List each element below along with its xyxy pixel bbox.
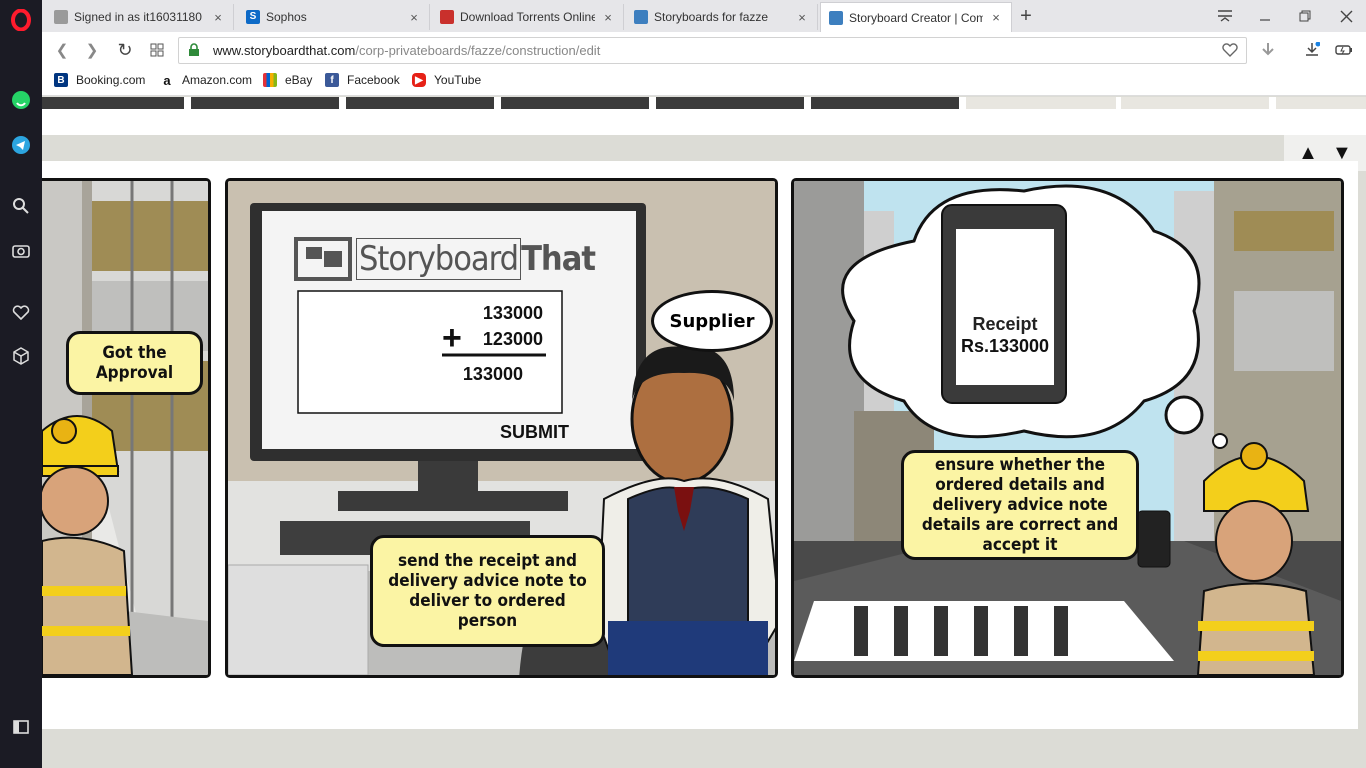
close-tab-icon[interactable]: × — [407, 10, 421, 25]
opera-logo-icon[interactable] — [9, 8, 33, 32]
thumbnail-strip — [42, 97, 1366, 135]
navigation-bar: ❮ ❯ ↻ www.storyboardthat.com/corp-privat… — [42, 32, 1366, 68]
close-tab-icon[interactable]: × — [211, 10, 225, 25]
opera-sidebar — [0, 0, 42, 768]
receipt-line-2: Rs.133000 — [960, 336, 1050, 356]
storyboardthat-logo: StoryboardThat — [356, 238, 596, 280]
bookmark-ebay[interactable]: eBay — [263, 73, 312, 87]
tab-title: Signed in as it16031180 — [74, 10, 202, 24]
tab-title: Storyboard Creator | Comi — [849, 10, 983, 25]
thumbnail[interactable] — [811, 97, 959, 109]
close-window-icon[interactable] — [1326, 0, 1366, 32]
close-tab-icon[interactable]: × — [795, 10, 809, 25]
speed-dial-icon[interactable] — [145, 38, 169, 62]
tab-title: Sophos — [266, 10, 307, 24]
address-bar[interactable]: www.storyboardthat.com/corp-privateboard… — [178, 37, 1247, 64]
close-tab-icon[interactable]: × — [601, 10, 615, 25]
new-tab-button[interactable]: + — [1006, 0, 1046, 32]
reload-icon[interactable]: ↻ — [113, 38, 137, 62]
booking-icon: B — [54, 73, 68, 87]
storyboard-cell-2[interactable]: StoryboardThat 133000 + 123000 133000 SU… — [225, 178, 778, 678]
sidebar-toggle-icon[interactable] — [9, 715, 33, 739]
thumbnail[interactable] — [1121, 97, 1269, 109]
tab-active[interactable]: Storyboard Creator | Comi × — [820, 2, 1012, 32]
tab[interactable]: Signed in as it16031180 × — [46, 4, 234, 30]
thumbnail[interactable] — [42, 97, 184, 109]
camera-icon[interactable] — [9, 238, 33, 262]
storyboard-cell-1[interactable]: Got the Approval — [42, 178, 211, 678]
supplier-bubble[interactable]: Supplier — [651, 290, 773, 352]
tab[interactable]: Storyboards for fazze × — [626, 4, 818, 30]
cube-icon[interactable] — [9, 344, 33, 368]
back-icon[interactable]: ❮ — [50, 38, 74, 62]
search-icon[interactable] — [9, 194, 33, 218]
logo-text-left: Storyboard — [356, 238, 522, 280]
storyboard-stage: Got the Approval StoryboardThat 133000 +… — [42, 161, 1358, 729]
storyboard-icon — [829, 10, 843, 25]
thumbnail[interactable] — [966, 97, 1116, 109]
telegram-icon[interactable] — [9, 133, 33, 157]
speech-bubble[interactable]: send the receipt and delivery advice not… — [370, 535, 605, 647]
bookmark-label: YouTube — [434, 73, 482, 87]
storyboard-editor: ▲ ▼ Got the Approval StoryboardThat 1330… — [42, 97, 1366, 768]
calc-result: 133000 — [462, 364, 523, 384]
bookmark-label: eBay — [285, 73, 313, 87]
torrent-icon — [440, 10, 454, 24]
whatsapp-icon[interactable] — [9, 88, 33, 112]
bookmarks-bar: B Booking.com a Amazon.com eBay f Facebook … — [42, 68, 1366, 96]
forward-icon[interactable]: ❯ — [80, 38, 104, 62]
tab-bar: Signed in as it16031180 × S Sophos × Dow… — [42, 0, 1366, 32]
youtube-play-icon: ▶ — [412, 73, 426, 87]
thumbnail[interactable] — [1276, 97, 1366, 109]
heart-icon[interactable] — [9, 300, 33, 324]
facebook-icon: f — [325, 73, 339, 87]
bookmark-heart-icon[interactable] — [1222, 43, 1238, 60]
logo-text-right: That — [521, 239, 596, 279]
thumbnail[interactable] — [501, 97, 649, 109]
minimize-icon[interactable] — [1245, 0, 1285, 32]
tab-title: Download Torrents Online — [460, 10, 595, 24]
thumbnail[interactable] — [346, 97, 494, 109]
amazon-icon: a — [163, 72, 171, 88]
bookmark-facebook[interactable]: f Facebook — [325, 73, 400, 87]
bookmark-amazon[interactable]: a Amazon.com — [160, 72, 253, 88]
bookmark-label: Facebook — [347, 73, 400, 87]
receipt-line-1: Receipt — [972, 314, 1038, 334]
speech-bubble[interactable]: ensure whether the ordered details and d… — [901, 450, 1139, 560]
url-path: /corp-privateboards/fazze/construction/e… — [355, 43, 601, 58]
url-host: www.storyboardthat.com — [213, 43, 356, 58]
tab[interactable]: S Sophos × — [238, 4, 430, 30]
downloads-icon[interactable] — [1300, 38, 1324, 62]
storyboard-cell-3[interactable]: Receipt Rs.133000 ensure whether the ord… — [791, 178, 1344, 678]
speech-bubble[interactable]: Got the Approval — [66, 331, 203, 395]
lock-icon — [188, 43, 200, 60]
thumbnail[interactable] — [656, 97, 804, 109]
download-arrow-icon[interactable] — [1256, 38, 1280, 62]
bookmark-label: Booking.com — [76, 73, 146, 87]
tab[interactable]: Download Torrents Online × — [432, 4, 624, 30]
sophos-icon: S — [246, 10, 260, 24]
calc-line-a: 133000 — [482, 303, 543, 323]
thumbnail[interactable] — [191, 97, 339, 109]
doc-icon — [54, 10, 68, 24]
bookmark-booking[interactable]: B Booking.com — [54, 73, 145, 87]
tab-title: Storyboards for fazze — [654, 10, 769, 24]
cell-3-scene — [794, 181, 1341, 675]
bookmark-youtube[interactable]: ▶ YouTube — [412, 73, 481, 87]
storyboard-icon — [634, 10, 648, 24]
restore-icon[interactable] — [1285, 0, 1325, 32]
bookmark-label: Amazon.com — [182, 73, 253, 87]
calc-line-b: 123000 — [482, 329, 543, 349]
battery-icon[interactable] — [1332, 38, 1356, 62]
ebay-bag-icon — [263, 73, 277, 87]
tab-menu-icon[interactable] — [1205, 0, 1245, 32]
cell-1-scene — [42, 181, 208, 675]
submit-label: SUBMIT — [500, 422, 569, 442]
close-tab-icon[interactable]: × — [989, 10, 1003, 25]
